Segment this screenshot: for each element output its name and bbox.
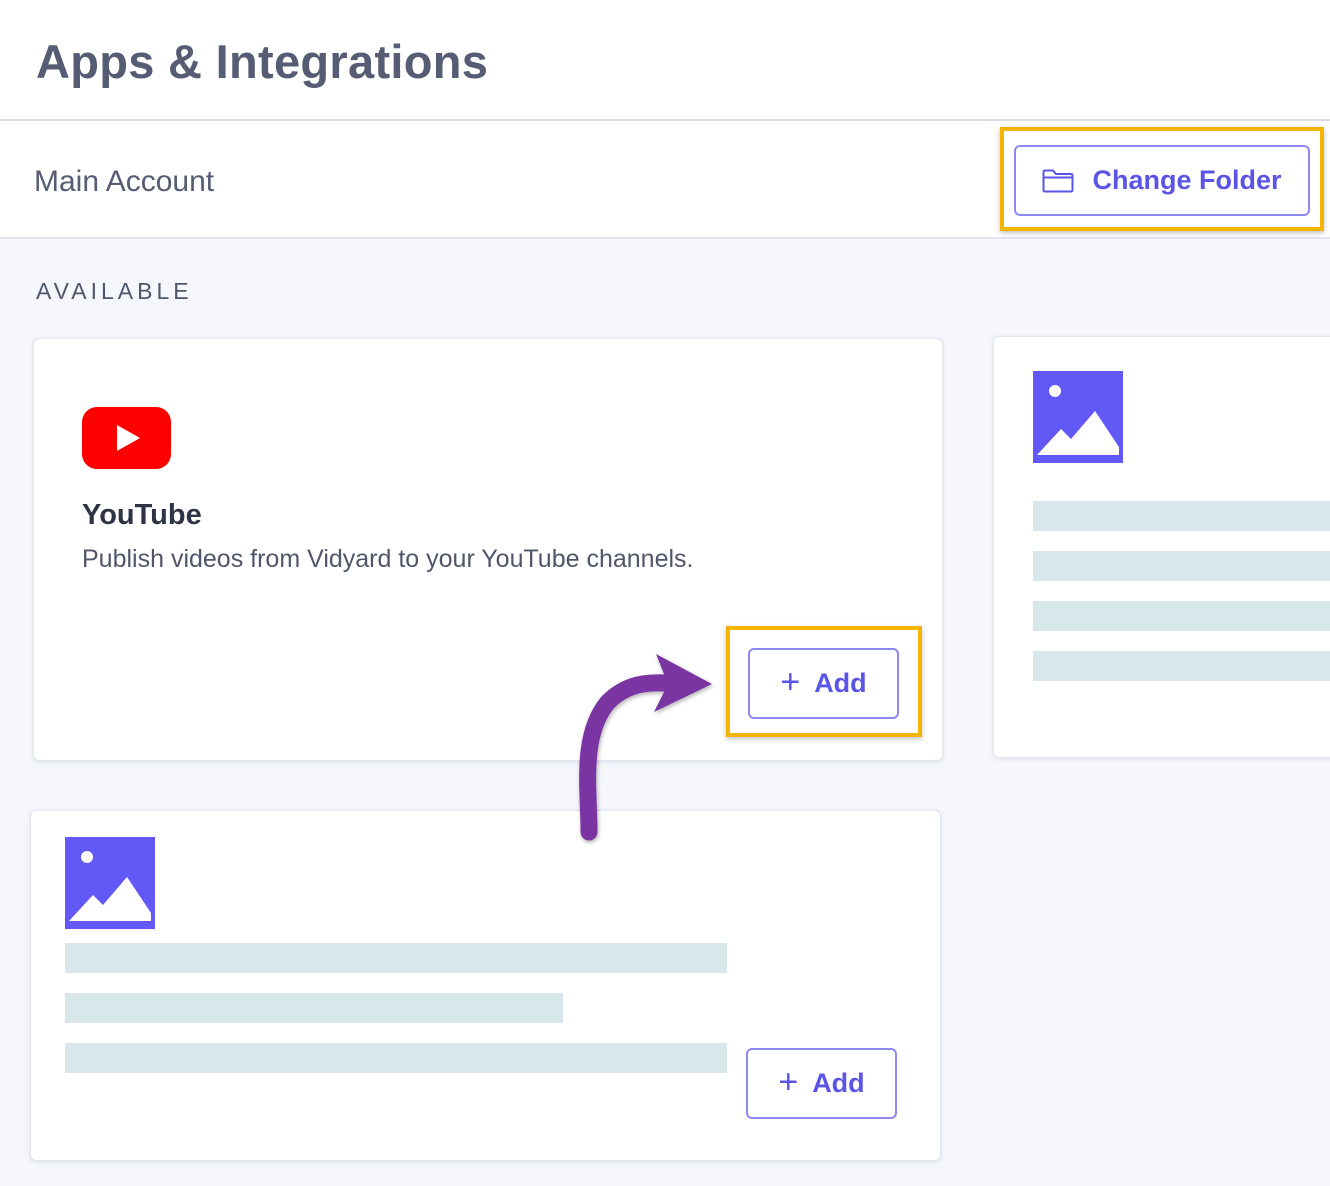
add-integration-button[interactable]: + Add — [746, 1048, 897, 1119]
add-youtube-button[interactable]: + Add — [748, 648, 899, 719]
plus-icon: + — [780, 662, 801, 701]
integration-title: YouTube — [82, 499, 202, 531]
section-label-available: AVAILABLE — [36, 278, 193, 304]
integration-card-placeholder — [993, 336, 1330, 758]
skeleton-line — [65, 943, 727, 973]
skeleton-line — [1033, 651, 1330, 681]
add-button-label: Add — [812, 1068, 865, 1098]
annotation-arrow-icon — [579, 654, 712, 841]
integration-description: Publish videos from Vidyard to your YouT… — [82, 545, 694, 573]
image-placeholder-icon — [65, 837, 155, 929]
add-button-label: Add — [814, 668, 867, 698]
page-header: Apps & Integrations — [0, 0, 1330, 121]
skeleton-line — [1033, 551, 1330, 581]
skeleton-line — [1033, 501, 1330, 531]
plus-icon: + — [778, 1062, 799, 1101]
image-placeholder-icon — [1033, 371, 1123, 463]
account-name: Main Account — [34, 165, 215, 198]
skeleton-line — [65, 993, 563, 1023]
folder-icon — [1042, 169, 1074, 192]
skeleton-line — [1033, 601, 1330, 631]
page-title: Apps & Integrations — [36, 35, 489, 88]
change-folder-button[interactable]: Change Folder — [1014, 145, 1310, 216]
skeleton-line — [65, 1043, 727, 1073]
change-folder-label: Change Folder — [1092, 165, 1282, 195]
youtube-logo — [82, 407, 171, 469]
